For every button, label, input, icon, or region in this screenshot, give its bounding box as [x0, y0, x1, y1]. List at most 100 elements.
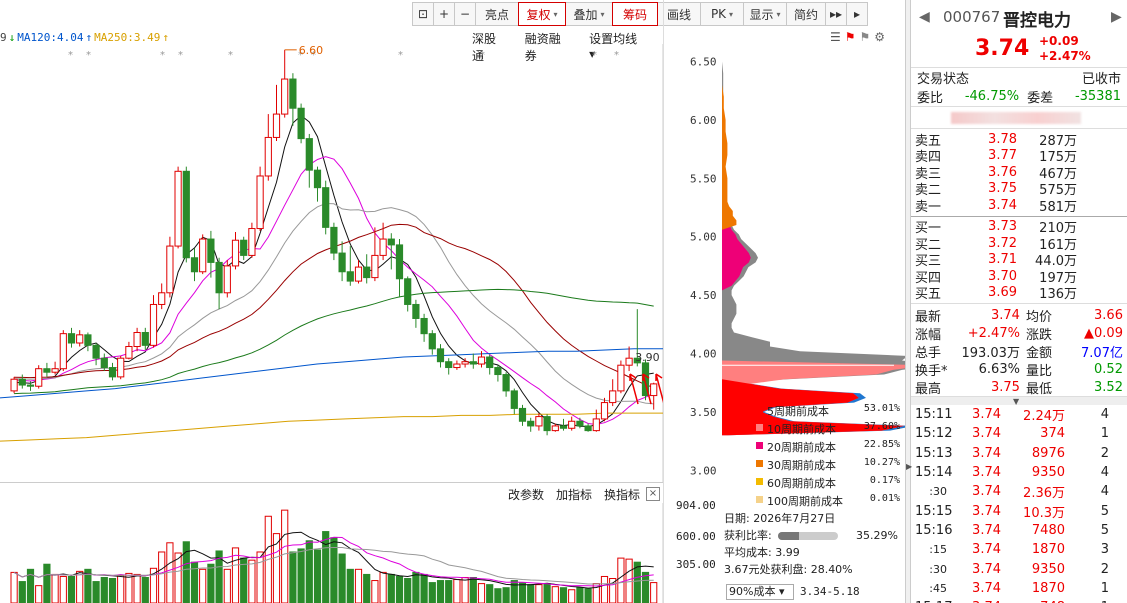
candle[interactable]	[543, 414, 551, 436]
candle[interactable]	[453, 360, 461, 370]
candle[interactable]	[650, 382, 658, 410]
tick-row[interactable]: :45 3.74 1870 1	[911, 579, 1127, 598]
tick-row[interactable]: 15:11 3.74 2.24万 4	[911, 405, 1127, 424]
candle[interactable]	[502, 372, 510, 397]
candle[interactable]	[313, 166, 322, 202]
ask-row[interactable]: 卖一 3.74 581万	[911, 197, 1127, 215]
candle[interactable]	[297, 103, 305, 144]
prev-stock-icon[interactable]: ◀	[919, 9, 930, 25]
candle[interactable]	[436, 344, 445, 368]
ask-row[interactable]: 卖二 3.75 575万	[911, 181, 1127, 198]
toolbar-button-4[interactable]: 复权 ▾	[518, 2, 566, 26]
candle[interactable]	[199, 234, 207, 275]
event-marker[interactable]: *	[592, 50, 597, 61]
bid-row[interactable]: 买四 3.70 197万	[911, 268, 1127, 286]
candle[interactable]	[149, 295, 158, 348]
event-marker[interactable]: *	[398, 50, 403, 61]
vol-link-2[interactable]: 换指标	[604, 486, 640, 503]
candle[interactable]	[10, 376, 18, 394]
candle[interactable]	[166, 236, 174, 298]
candle[interactable]	[469, 353, 477, 369]
candle[interactable]	[108, 362, 117, 381]
candle[interactable]	[387, 233, 395, 270]
candle[interactable]	[43, 362, 51, 377]
candle[interactable]	[445, 358, 453, 375]
event-marker[interactable]: *	[614, 50, 619, 61]
event-marker[interactable]: *	[160, 50, 165, 61]
candle[interactable]	[35, 365, 43, 389]
candle[interactable]	[215, 257, 223, 310]
event-marker[interactable]: *	[480, 50, 485, 61]
candle[interactable]	[264, 114, 272, 181]
bid-row[interactable]: 买三 3.71 44.0万	[911, 252, 1127, 269]
candle[interactable]	[510, 388, 518, 415]
bid-row[interactable]: 买五 3.69 136万	[911, 285, 1127, 302]
candle[interactable]	[174, 166, 182, 249]
candle[interactable]	[231, 232, 240, 270]
candle[interactable]	[486, 354, 494, 375]
ask-row[interactable]: 卖三 3.76 467万	[911, 164, 1127, 182]
candle[interactable]	[133, 327, 141, 352]
candle[interactable]	[625, 346, 633, 372]
candle[interactable]	[207, 230, 215, 278]
chip-distribution-pane[interactable]: 6.50 6.00 5.50 5.00 4.50 4.00 3.50 3.00 5周期前成本 5…	[663, 0, 906, 603]
candle[interactable]	[305, 133, 313, 188]
candle[interactable]	[18, 374, 26, 389]
close-indicator-button[interactable]: ×	[646, 487, 660, 501]
cost-range-select[interactable]: 90%成本 ▾	[726, 584, 794, 600]
candle[interactable]	[568, 416, 576, 431]
bid-row[interactable]: 买二 3.72 161万	[911, 235, 1127, 253]
kline-chart-pane[interactable]: ⊡ + − 亮点 复权 ▾ 叠加 ▾ 筹码 画线 PK ▾ 显示 ▾ 简约 ▸▸ ▸ 9 ↓ MA120:4.04 ↑…	[0, 0, 885, 603]
candle[interactable]	[240, 236, 248, 261]
candle[interactable]	[338, 241, 346, 282]
candle[interactable]	[190, 248, 199, 282]
toolbar-button-3[interactable]: 亮点	[475, 2, 519, 26]
ask-row[interactable]: 卖四 3.77 175万	[911, 148, 1127, 165]
candle[interactable]	[379, 222, 387, 261]
candle[interactable]	[182, 166, 190, 263]
candle[interactable]	[59, 330, 67, 372]
candle[interactable]	[420, 313, 428, 342]
candle[interactable]	[51, 361, 59, 375]
tick-row[interactable]: 15:173.747481	[911, 598, 1127, 603]
event-marker[interactable]: *	[228, 50, 233, 61]
tick-row[interactable]: 15:13 3.74 8976 2	[911, 444, 1127, 463]
candle[interactable]	[92, 343, 100, 366]
tick-row[interactable]: 15:16 3.74 7480 5	[911, 521, 1127, 540]
toolbar-button-6[interactable]: 筹码	[612, 2, 658, 26]
candle[interactable]	[584, 423, 592, 432]
candle[interactable]	[248, 222, 256, 258]
candle[interactable]	[354, 260, 363, 284]
candle[interactable]	[84, 332, 92, 352]
candle[interactable]	[527, 417, 535, 432]
candle[interactable]	[363, 254, 371, 284]
candle[interactable]	[617, 360, 625, 394]
candle[interactable]	[67, 327, 76, 348]
candle[interactable]	[535, 413, 543, 431]
toolbar-button-1[interactable]: +	[433, 2, 455, 26]
bid-row[interactable]: 买一 3.73 210万	[911, 219, 1127, 236]
candle[interactable]	[281, 49, 289, 118]
vol-link-1[interactable]: 加指标	[556, 486, 592, 503]
event-marker[interactable]: *	[86, 50, 91, 61]
volume-plot[interactable]	[0, 503, 663, 603]
toolbar-button-5[interactable]: 叠加 ▾	[565, 2, 613, 26]
expand-icon[interactable]: ▼	[1013, 397, 1019, 406]
candle[interactable]	[518, 404, 527, 426]
candle[interactable]	[428, 330, 436, 355]
tick-row[interactable]: 15:14 3.74 9350 4	[911, 463, 1127, 482]
candle[interactable]	[76, 330, 84, 347]
candle[interactable]	[600, 397, 609, 422]
next-stock-icon[interactable]: ▶	[1111, 9, 1122, 25]
vol-link-0[interactable]: 改参数	[508, 486, 544, 503]
candle[interactable]	[330, 222, 338, 261]
candle[interactable]	[272, 84, 281, 141]
tick-row[interactable]: :15 3.74 1870 3	[911, 540, 1127, 559]
candle[interactable]	[609, 379, 617, 407]
candle[interactable]	[412, 299, 420, 328]
candle[interactable]	[125, 341, 133, 360]
candle[interactable]	[223, 260, 231, 298]
candlestick-plot[interactable]: * * * * * * * * * * *6.603.90	[0, 44, 663, 482]
tick-row[interactable]: :30 3.74 2.36万 4	[911, 482, 1127, 501]
candle[interactable]	[395, 239, 404, 298]
